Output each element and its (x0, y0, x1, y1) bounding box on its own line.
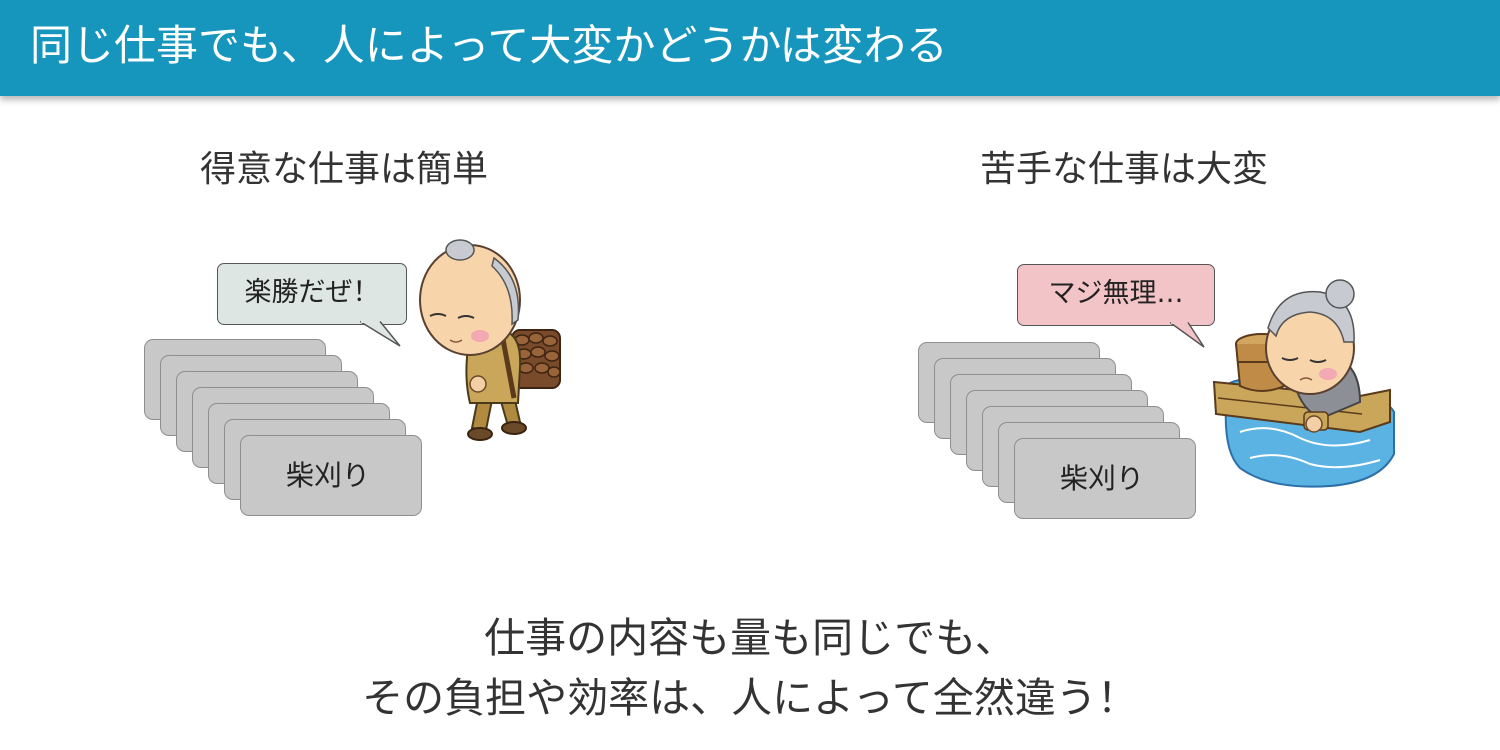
left-subtitle: 得意な仕事は簡単 (200, 149, 489, 190)
footer-line-1: 仕事の内容も量も同じでも、 (484, 614, 1016, 662)
page-title: 同じ仕事でも、人によって大変かどうかは変わる (30, 21, 948, 70)
right-card-label: 柴刈り (1060, 462, 1145, 495)
old-woman-illustration (1212, 279, 1395, 488)
left-speech-bubble: 楽勝だぜ！ (217, 263, 407, 325)
footer-line-2: その負担や効率は、人によって全然違う！ (362, 674, 1138, 722)
left-speech-text: 楽勝だぜ！ (244, 277, 380, 308)
title-bar: 同じ仕事でも、人によって大変かどうかは変わる (0, 0, 1500, 96)
left-speech-tail (360, 320, 401, 347)
right-speech-bubble: マジ無理… (1017, 264, 1215, 326)
right-speech-text: マジ無理… (1048, 278, 1184, 309)
old-man-illustration (419, 239, 561, 441)
right-subtitle: 苦手な仕事は大変 (980, 149, 1269, 190)
left-card-label: 柴刈り (286, 459, 371, 492)
